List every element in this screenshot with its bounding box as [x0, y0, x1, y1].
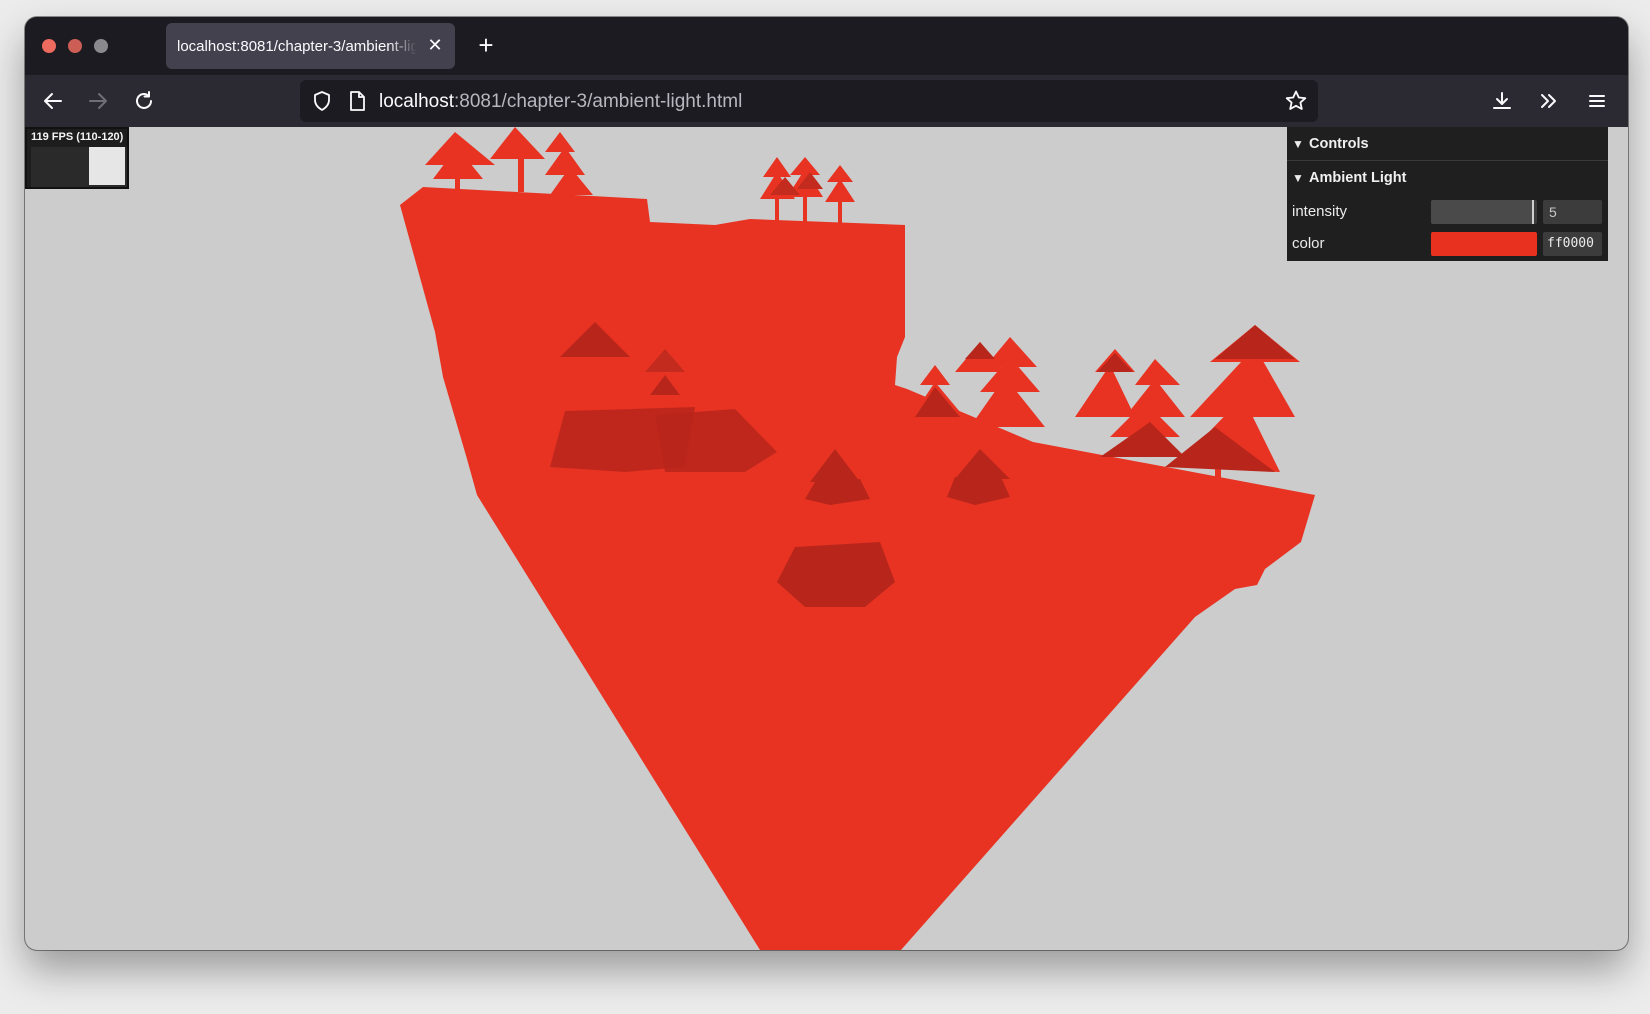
back-button[interactable]: [37, 85, 69, 117]
controls-panel: ▼ Controls ▼ Ambient Light intensity 5 c…: [1287, 127, 1608, 261]
ambient-light-folder-header[interactable]: ▼ Ambient Light: [1287, 161, 1608, 194]
url-path: :8081/chapter-3/ambient-light.html: [454, 91, 743, 112]
tab-close-icon[interactable]: ✕: [425, 35, 445, 55]
shield-icon[interactable]: [311, 90, 333, 112]
url-bar[interactable]: localhost:8081/chapter-3/ambient-light.h…: [300, 80, 1318, 122]
browser-window: localhost:8081/chapter-3/ambient-light.h…: [25, 17, 1628, 950]
chevron-double-right-icon: [1541, 94, 1556, 108]
app-menu-button[interactable]: [1581, 85, 1613, 117]
color-hex-input[interactable]: ff0000: [1543, 231, 1602, 256]
color-label: color: [1292, 235, 1325, 252]
chevron-down-icon: ▼: [1292, 170, 1304, 185]
url-host: localhost: [379, 91, 454, 112]
nav-bar: localhost:8081/chapter-3/ambient-light.h…: [25, 75, 1628, 127]
downloads-button[interactable]: [1486, 85, 1518, 117]
fps-graph-bar: [89, 147, 125, 185]
intensity-input[interactable]: 5: [1543, 199, 1602, 224]
arrow-left-icon: [44, 93, 62, 109]
fps-readout: 119 FPS (110-120): [31, 131, 124, 143]
intensity-slider-fill: [1431, 199, 1534, 224]
arrow-right-icon: [89, 93, 107, 109]
url-text[interactable]: localhost:8081/chapter-3/ambient-light.h…: [379, 91, 742, 113]
bookmark-star-icon[interactable]: [1284, 89, 1308, 113]
fps-stats-panel[interactable]: 119 FPS (110-120): [25, 127, 129, 189]
page-viewport: 119 FPS (110-120) ▼ Controls ▼ Ambient L…: [25, 127, 1628, 950]
close-window-button[interactable]: [42, 39, 56, 53]
controls-header[interactable]: ▼ Controls: [1287, 127, 1608, 160]
page-icon[interactable]: [347, 90, 367, 112]
chevron-down-icon: ▼: [1292, 136, 1304, 151]
zoom-window-button[interactable]: [94, 39, 108, 53]
minimize-window-button[interactable]: [68, 39, 82, 53]
tab-strip: localhost:8081/chapter-3/ambient-light.h…: [25, 17, 1628, 75]
color-row: color ff0000: [1287, 227, 1608, 260]
download-icon: [1493, 92, 1511, 109]
controls-title: Controls: [1309, 135, 1369, 152]
intensity-row: intensity 5: [1287, 195, 1608, 228]
reload-icon: [136, 91, 152, 109]
new-tab-button[interactable]: +: [471, 31, 501, 61]
color-swatch[interactable]: [1431, 231, 1537, 256]
fps-graph: [31, 147, 127, 187]
reload-button[interactable]: [128, 85, 160, 117]
intensity-slider-handle[interactable]: [1531, 199, 1534, 224]
intensity-slider[interactable]: [1431, 199, 1537, 224]
tab-title: localhost:8081/chapter-3/ambient-light.h…: [177, 37, 417, 55]
tab-active[interactable]: localhost:8081/chapter-3/ambient-light.h…: [166, 23, 455, 69]
hamburger-menu-icon: [1589, 95, 1605, 107]
intensity-label: intensity: [1292, 203, 1348, 220]
ambient-light-folder-title: Ambient Light: [1309, 169, 1407, 186]
overflow-button[interactable]: [1533, 85, 1565, 117]
forward-button[interactable]: [82, 85, 114, 117]
